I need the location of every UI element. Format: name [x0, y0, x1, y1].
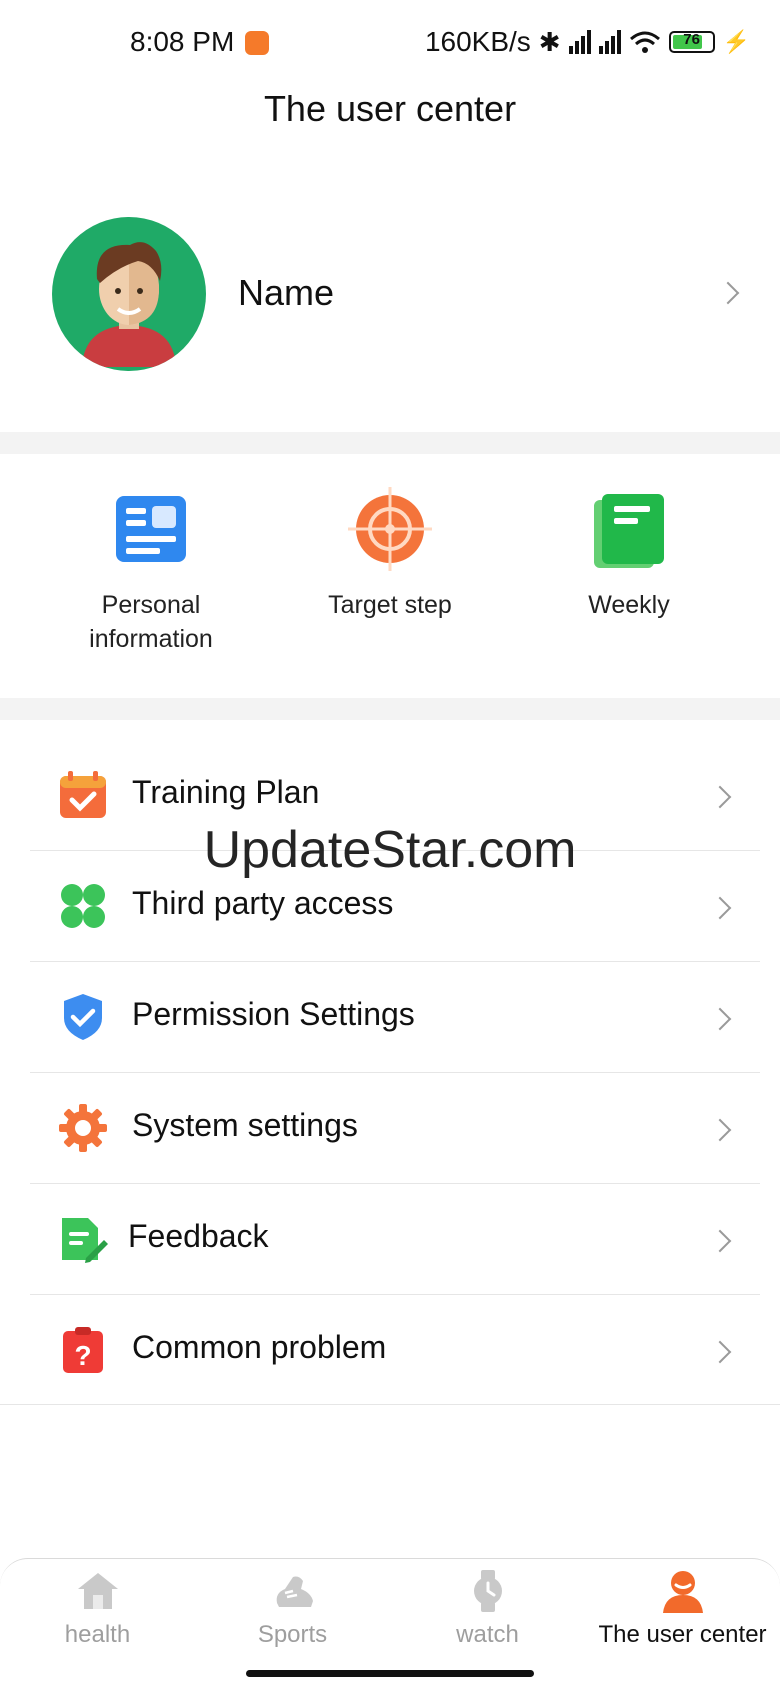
app-badge-icon — [245, 31, 269, 55]
battery-level: 76 — [683, 31, 700, 48]
home-indicator — [246, 1670, 534, 1677]
clover-icon — [58, 881, 108, 931]
book-icon — [592, 492, 666, 568]
chevron-right-icon — [708, 1007, 732, 1031]
wifi-icon — [629, 31, 660, 53]
page-title: The user center — [263, 88, 517, 129]
profile-name: Name — [238, 272, 335, 313]
chevron-right-icon — [708, 1229, 732, 1253]
section-divider — [0, 432, 780, 454]
chevron-right-icon — [708, 1118, 732, 1142]
status-time: 8:08 PM — [130, 26, 235, 57]
charging-icon: ⚡ — [722, 29, 750, 54]
menu-item-label: Feedback — [128, 1218, 269, 1254]
settings-menu: Training Plan Third party access Permiss… — [0, 740, 780, 1406]
menu-item-third-party-access[interactable]: Third party access — [0, 851, 780, 962]
tab-label: The user center — [598, 1621, 767, 1648]
menu-item-common-problem[interactable]: ? Common problem — [0, 1295, 780, 1406]
menu-item-label: Permission Settings — [132, 996, 415, 1032]
tab-label: watch — [456, 1621, 519, 1648]
network-speed: 160KB/s — [424, 26, 531, 57]
avatar[interactable] — [52, 217, 206, 371]
quick-target-step[interactable]: Target step — [270, 487, 510, 622]
calendar-check-icon — [58, 770, 108, 820]
chevron-right-icon — [708, 785, 732, 809]
shoe-icon — [271, 1569, 315, 1613]
quick-personal-information[interactable]: Personal information — [31, 492, 271, 656]
quick-weekly[interactable]: Weekly — [509, 492, 749, 622]
menu-item-system-settings[interactable]: System settings — [0, 1073, 780, 1184]
home-icon — [76, 1569, 120, 1613]
signal-icon-2 — [598, 30, 621, 54]
question-clipboard-icon: ? — [58, 1325, 108, 1375]
quick-label: Weekly — [588, 591, 670, 619]
tab-label: Sports — [257, 1621, 328, 1648]
tab-watch[interactable]: watch — [390, 1569, 585, 1649]
menu-bottom-divider — [0, 1404, 780, 1405]
quick-actions: Personal information Target step Weekly — [0, 452, 780, 698]
chevron-right-icon — [716, 281, 740, 305]
quick-label: Target step — [328, 591, 452, 619]
edit-document-icon — [58, 1214, 108, 1264]
tab-sports[interactable]: Sports — [195, 1569, 390, 1649]
signal-icon — [568, 30, 591, 54]
tab-user-center[interactable]: The user center — [585, 1569, 780, 1649]
battery-icon: 76 — [668, 31, 715, 53]
avatar-person-icon — [82, 242, 176, 367]
status-right: 160KB/s ✱ 76 ⚡ — [425, 26, 750, 58]
status-bar: 8:08 PM 160KB/s ✱ 76 ⚡ — [0, 0, 780, 90]
chevron-right-icon — [708, 896, 732, 920]
profile-row[interactable]: Name — [0, 210, 780, 371]
shield-check-icon — [58, 992, 108, 1042]
user-icon — [661, 1569, 705, 1613]
section-divider — [0, 698, 780, 720]
quick-label: Personal information — [89, 591, 213, 653]
menu-item-feedback[interactable]: Feedback — [0, 1184, 780, 1295]
watch-icon — [466, 1569, 510, 1613]
menu-item-label: Training Plan — [132, 774, 320, 810]
menu-item-label: Third party access — [132, 885, 394, 921]
tab-label: health — [64, 1621, 131, 1648]
menu-item-permission-settings[interactable]: Permission Settings — [0, 962, 780, 1073]
id-card-icon — [114, 492, 188, 566]
menu-item-training-plan[interactable]: Training Plan — [0, 740, 780, 851]
gear-icon — [58, 1103, 108, 1153]
chevron-right-icon — [708, 1340, 732, 1364]
menu-item-label: System settings — [132, 1107, 358, 1143]
bottom-tab-bar: health Sports watch The user center — [0, 1558, 780, 1659]
menu-item-label: Common problem — [132, 1329, 387, 1365]
svg-text:?: ? — [74, 1340, 91, 1371]
tab-health[interactable]: health — [0, 1569, 195, 1649]
bluetooth-icon: ✱ — [538, 26, 561, 57]
target-icon — [348, 487, 432, 571]
